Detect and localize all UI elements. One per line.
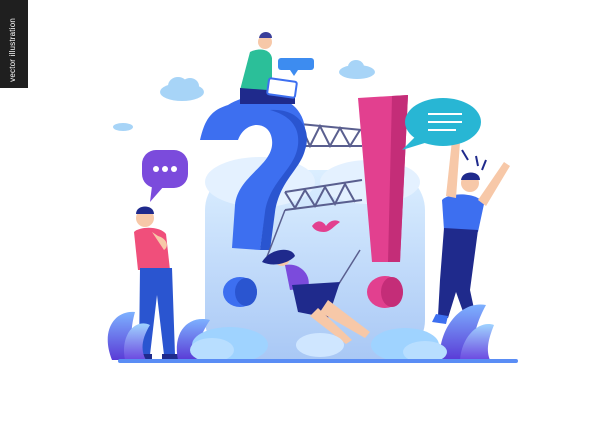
- speech-bubble-dots-icon: [142, 150, 188, 202]
- speech-bubble-lines-icon: [402, 98, 481, 150]
- cloud-small-left: [113, 123, 133, 131]
- person-jumping: [432, 140, 510, 324]
- cloud-right: [339, 60, 375, 79]
- ground-line: [118, 359, 518, 363]
- illustration-scene: [107, 32, 518, 363]
- cloud-left: [160, 77, 204, 101]
- speech-bubble-small-icon: [278, 58, 314, 76]
